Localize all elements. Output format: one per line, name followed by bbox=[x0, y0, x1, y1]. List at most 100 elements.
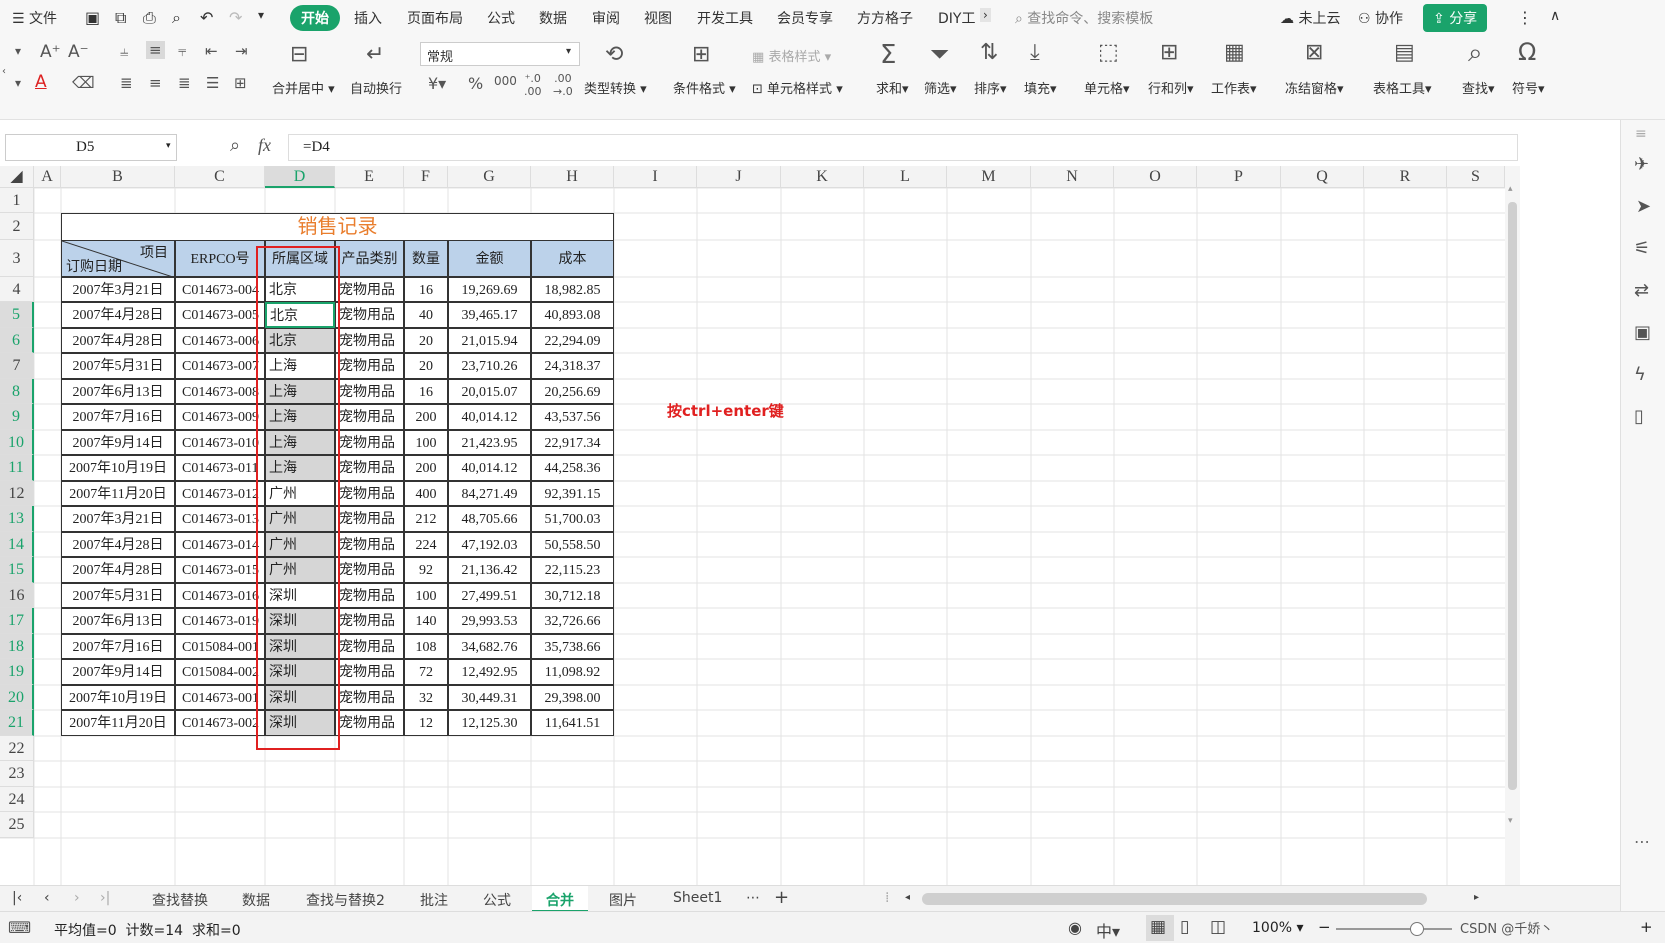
first-sheet-icon[interactable]: |‹ bbox=[12, 890, 22, 906]
tab-view[interactable]: 视图 bbox=[644, 8, 672, 28]
quick-access-dropdown-icon[interactable]: ▾ bbox=[258, 8, 264, 22]
table-cell[interactable]: 224 bbox=[404, 532, 448, 557]
find-icon[interactable]: ⌕ bbox=[1468, 38, 1483, 69]
tab-member[interactable]: 会员专享 bbox=[777, 8, 833, 28]
scroll-up-icon[interactable]: ▴ bbox=[1508, 184, 1513, 194]
merge-center-button[interactable]: 合并居中 ▾ bbox=[272, 78, 335, 97]
table-cell[interactable]: 2007年7月16日 bbox=[61, 404, 175, 430]
row-header[interactable]: 2 bbox=[0, 213, 34, 240]
table-cell[interactable]: 北京 bbox=[265, 277, 335, 302]
table-cell[interactable]: 深圳 bbox=[265, 583, 335, 608]
table-cell[interactable]: 108 bbox=[404, 634, 448, 659]
table-cell[interactable]: 40,014.12 bbox=[448, 404, 531, 430]
column-header[interactable]: H bbox=[531, 166, 614, 188]
table-cell[interactable]: 广州 bbox=[265, 557, 335, 583]
column-header[interactable]: A bbox=[34, 166, 61, 188]
table-cell[interactable]: 19,269.69 bbox=[448, 277, 531, 302]
sort-icon[interactable]: ⇅ bbox=[980, 40, 998, 65]
tab-home[interactable]: 开始 bbox=[290, 5, 340, 31]
table-cell[interactable]: C014673-001 bbox=[175, 685, 265, 710]
table-cell[interactable]: 深圳 bbox=[265, 634, 335, 659]
table-cell[interactable]: 100 bbox=[404, 583, 448, 608]
formula-input[interactable]: =D4 bbox=[288, 134, 1518, 161]
table-tools-button[interactable]: 表格工具▾ bbox=[1373, 78, 1432, 97]
align-middle-icon[interactable]: ≡ bbox=[146, 41, 165, 59]
table-cell[interactable]: 18,982.85 bbox=[531, 277, 614, 302]
table-cell[interactable]: C014673-006 bbox=[175, 328, 265, 353]
table-cell[interactable]: 48,705.66 bbox=[448, 506, 531, 532]
table-cell[interactable]: 深圳 bbox=[265, 659, 335, 685]
vertical-scrollbar[interactable]: ▴ ▾ bbox=[1505, 166, 1520, 885]
tab-formulas[interactable]: 公式 bbox=[487, 8, 515, 28]
fill-icon[interactable]: ⤓ bbox=[1030, 40, 1040, 65]
currency-icon[interactable]: ¥▾ bbox=[428, 74, 446, 93]
zoom-slider-thumb[interactable] bbox=[1410, 922, 1424, 936]
align-bottom-icon[interactable]: ⫧ bbox=[178, 42, 186, 60]
decrease-decimal-icon[interactable]: .00 →.0 bbox=[553, 72, 573, 98]
tab-data[interactable]: 数据 bbox=[539, 8, 567, 28]
table-cell[interactable]: 广州 bbox=[265, 506, 335, 532]
table-cell[interactable]: 21,136.42 bbox=[448, 557, 531, 583]
table-cell[interactable]: C014673-012 bbox=[175, 481, 265, 506]
table-cell[interactable]: 宠物用品 bbox=[335, 583, 404, 608]
table-cell[interactable]: 宠物用品 bbox=[335, 710, 404, 736]
table-style-button[interactable]: ▦ 表格样式 ▾ bbox=[752, 46, 831, 65]
table-cell[interactable]: 92,391.15 bbox=[531, 481, 614, 506]
conditional-format-button[interactable]: 条件格式 ▾ bbox=[673, 78, 736, 97]
increase-indent-icon[interactable]: ⇥ bbox=[235, 42, 248, 60]
row-header[interactable]: 11 bbox=[0, 455, 34, 481]
align-left-icon[interactable]: ≣ bbox=[120, 74, 133, 92]
sheet-tab[interactable]: 图片 bbox=[609, 890, 637, 910]
spreadsheet-grid[interactable]: ◢ A B C D E F G H I J K L M N O P Q R S 1 2 3 4 5 6 7 8 9 10 11 12 13 14 1… bbox=[0, 166, 1505, 885]
tab-developer[interactable]: 开发工具 bbox=[697, 8, 753, 28]
minimize-ribbon-icon[interactable]: ∧ bbox=[1550, 8, 1560, 24]
command-search[interactable]: ⌕ 查找命令、搜索模板 bbox=[1015, 8, 1153, 28]
table-cell[interactable]: 宠物用品 bbox=[335, 430, 404, 455]
clear-format-icon[interactable]: ⌫ bbox=[72, 73, 95, 92]
table-cell[interactable]: 宠物用品 bbox=[335, 608, 404, 634]
distributed-align-icon[interactable]: ⊞ bbox=[234, 74, 247, 92]
image-tool-icon[interactable]: ▣ bbox=[1634, 322, 1651, 343]
row-header[interactable]: 20 bbox=[0, 685, 34, 710]
zoom-out-icon[interactable]: − bbox=[1318, 918, 1331, 936]
type-convert-icon[interactable]: ⟲ bbox=[605, 42, 623, 67]
next-sheet-icon[interactable]: › bbox=[74, 890, 80, 906]
percent-icon[interactable]: % bbox=[468, 74, 483, 93]
table-cell[interactable]: 2007年6月13日 bbox=[61, 608, 175, 634]
table-tools-icon[interactable]: ▤ bbox=[1394, 40, 1415, 65]
zoom-in-icon[interactable]: + bbox=[1640, 918, 1653, 936]
tab-splitter-icon[interactable]: ⁞ bbox=[885, 890, 889, 906]
tab-diy[interactable]: DIY工 bbox=[938, 8, 975, 28]
row-header[interactable]: 14 bbox=[0, 532, 34, 557]
decrease-indent-icon[interactable]: ⇤ bbox=[205, 42, 218, 60]
sheet-tab[interactable]: 查找替换 bbox=[152, 890, 208, 910]
table-cell[interactable]: C015084-001 bbox=[175, 634, 265, 659]
thousands-separator-icon[interactable]: 000 bbox=[494, 74, 517, 88]
table-cell[interactable]: 23,710.26 bbox=[448, 353, 531, 379]
select-all-corner[interactable]: ◢ bbox=[0, 166, 34, 188]
sort-button[interactable]: 排序▾ bbox=[974, 78, 1007, 97]
table-cell[interactable]: 92 bbox=[404, 557, 448, 583]
column-header[interactable]: K bbox=[781, 166, 864, 188]
table-cell[interactable]: 2007年7月16日 bbox=[61, 634, 175, 659]
conditional-format-icon[interactable]: ⊞ bbox=[692, 42, 710, 67]
cell-icon[interactable]: ⬚ bbox=[1098, 40, 1119, 65]
table-cell[interactable]: 上海 bbox=[265, 379, 335, 404]
table-cell[interactable]: 40 bbox=[404, 302, 448, 328]
redo-icon[interactable]: ↷ bbox=[229, 8, 242, 27]
table-cell[interactable]: C014673-004 bbox=[175, 277, 265, 302]
table-cell[interactable]: 上海 bbox=[265, 353, 335, 379]
row-col-icon[interactable]: ⊞ bbox=[1160, 40, 1178, 65]
table-cell[interactable]: 16 bbox=[404, 277, 448, 302]
row-header[interactable]: 23 bbox=[0, 761, 34, 787]
table-cell[interactable]: 深圳 bbox=[265, 685, 335, 710]
book-icon[interactable]: ▯ bbox=[1634, 406, 1644, 427]
row-header[interactable]: 3 bbox=[0, 240, 34, 277]
insert-function-button[interactable]: fx bbox=[258, 135, 271, 156]
transform-icon[interactable]: ⇄ bbox=[1634, 280, 1649, 301]
column-header[interactable]: C bbox=[175, 166, 265, 188]
row-header[interactable]: 9 bbox=[0, 404, 34, 430]
table-cell[interactable]: 22,115.23 bbox=[531, 557, 614, 583]
table-cell[interactable]: 2007年3月21日 bbox=[61, 506, 175, 532]
tab-review[interactable]: 审阅 bbox=[592, 8, 620, 28]
